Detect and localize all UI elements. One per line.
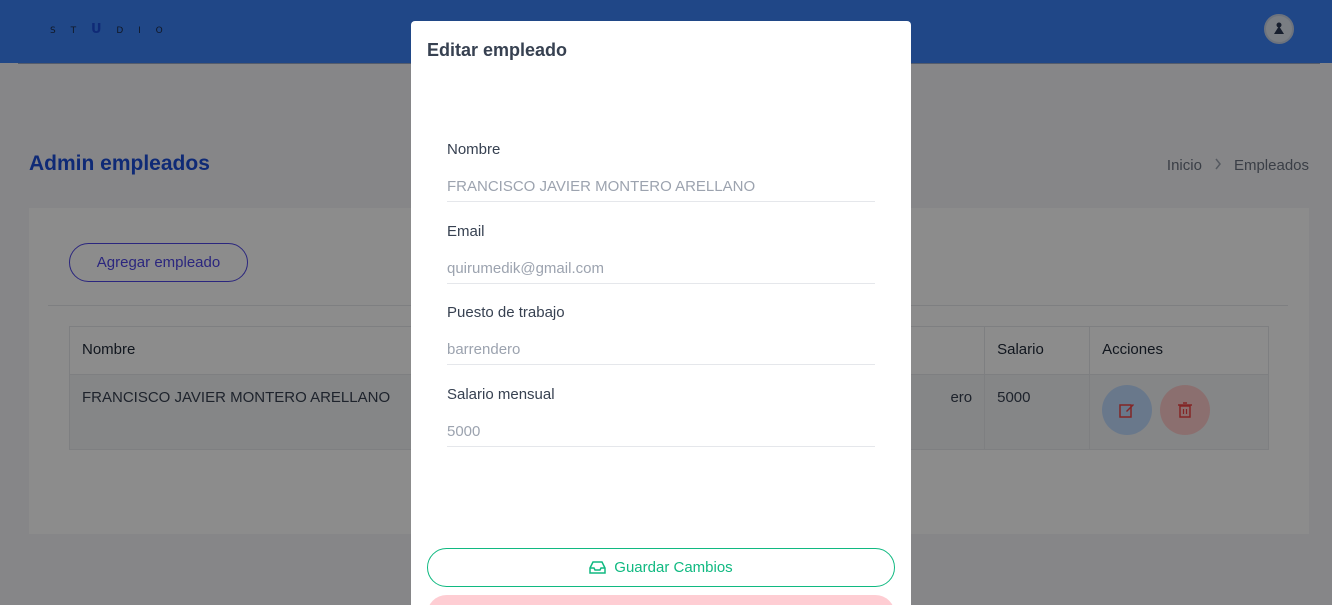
save-changes-label: Guardar Cambios xyxy=(614,559,733,576)
field-salario: Salario mensual xyxy=(447,386,875,447)
label-salario: Salario mensual xyxy=(447,386,555,403)
field-nombre: Nombre xyxy=(447,141,875,202)
field-puesto: Puesto de trabajo xyxy=(447,304,875,365)
label-email: Email xyxy=(447,223,485,240)
cancel-button[interactable] xyxy=(427,595,895,605)
modal-title: Editar empleado xyxy=(427,40,568,60)
salario-input[interactable] xyxy=(447,417,875,447)
save-changes-button[interactable]: Guardar Cambios xyxy=(427,548,895,587)
field-email: Email xyxy=(447,223,875,284)
email-input[interactable] xyxy=(447,254,875,284)
edit-employee-modal: Editar empleado Nombre Email Puesto de t… xyxy=(411,21,911,605)
nombre-input[interactable] xyxy=(447,172,875,202)
label-nombre: Nombre xyxy=(447,141,501,158)
inbox-icon xyxy=(589,561,607,574)
label-puesto: Puesto de trabajo xyxy=(447,304,565,321)
puesto-input[interactable] xyxy=(447,335,875,365)
